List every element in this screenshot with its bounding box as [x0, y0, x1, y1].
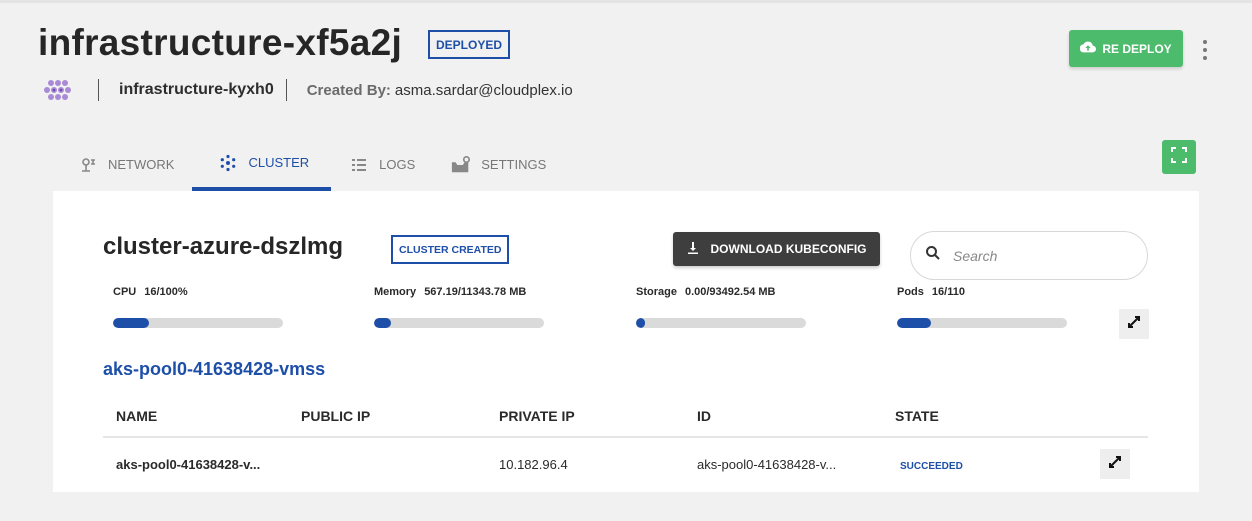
tab-logs-label: LOGS: [379, 157, 416, 172]
node-id-cell: aks-pool0-41638428-v...: [697, 456, 837, 472]
metric-value: 16/100%: [144, 286, 188, 298]
node-name-cell: aks-pool0-41638428-v...: [116, 456, 261, 472]
progress-bar: [374, 318, 544, 328]
status-badge: DEPLOYED: [428, 30, 511, 59]
progress-bar: [113, 318, 283, 328]
cpu-metric: CPU 16/100%: [113, 286, 283, 328]
fullscreen-button[interactable]: [1162, 140, 1196, 174]
logs-icon: [349, 155, 369, 175]
download-kubeconfig-label: DOWNLOAD KUBECONFIG: [710, 242, 867, 256]
infrastructure-name: infrastructure-kyxh0: [119, 81, 274, 98]
tab-logs[interactable]: LOGS: [331, 138, 433, 191]
expand-metrics-button[interactable]: [1119, 309, 1149, 339]
tab-settings[interactable]: SETTINGS: [433, 138, 564, 191]
cluster-status-badge: CLUSTER CREATED: [391, 235, 510, 264]
progress-bar: [636, 318, 806, 328]
node-state-badge: SUCCEEDED: [900, 460, 963, 472]
column-header-public-ip: PUBLIC IP: [301, 408, 371, 424]
created-by-label: Created By:: [306, 81, 391, 99]
top-border: [0, 0, 1252, 3]
node-private-ip-cell: 10.182.96.4: [499, 456, 568, 472]
tab-network-label: NETWORK: [108, 157, 175, 172]
progress-fill: [636, 318, 645, 328]
expand-icon: [1126, 314, 1142, 335]
metric-value: 16/110: [931, 286, 965, 298]
table-row[interactable]: aks-pool0-41638428-v... 10.182.96.4 aks-…: [103, 438, 1148, 490]
table-header: NAME PUBLIC IP PRIVATE IP ID STATE: [103, 396, 1148, 438]
metric-value: 567.19/11343.78 MB: [424, 286, 527, 298]
tab-bar: NETWORK CLUSTER LOGS SETTINGS: [60, 138, 564, 191]
metric-value: 0.00/93492.54 MB: [684, 286, 776, 298]
created-by-value: asma.sardar@cloudplex.io: [394, 81, 573, 99]
column-header-state: STATE: [895, 408, 939, 424]
subheader-row: infrastructure-kyxh0 Created By: asma.sa…: [42, 76, 573, 104]
memory-metric: Memory 567.19/11343.78 MB: [374, 286, 544, 328]
metric-label: Pods: [897, 286, 924, 298]
progress-fill: [897, 318, 931, 328]
fullscreen-icon: [1171, 146, 1187, 168]
search-icon: [925, 245, 941, 266]
progress-fill: [113, 318, 149, 328]
metric-label: Storage: [636, 286, 677, 298]
progress-fill: [374, 318, 391, 328]
pods-metric: Pods 16/110: [897, 286, 1067, 328]
redeploy-label: RE DEPLOY: [1102, 41, 1172, 56]
node-pool-title[interactable]: aks-pool0-41638428-vmss: [103, 359, 325, 380]
expand-row-button[interactable]: [1100, 449, 1130, 479]
progress-bar: [897, 318, 1067, 328]
cluster-panel: cluster-azure-dszlmg CLUSTER CREATED DOW…: [53, 191, 1199, 492]
tab-settings-label: SETTINGS: [481, 157, 547, 172]
download-icon: [687, 241, 699, 257]
divider: [98, 79, 99, 101]
search-input[interactable]: [951, 246, 1125, 265]
column-header-name: NAME: [116, 408, 158, 424]
search-box: [910, 231, 1148, 280]
column-header-id: ID: [697, 408, 711, 424]
azure-grid-logo-icon: [42, 78, 72, 102]
node-table: NAME PUBLIC IP PRIVATE IP ID STATE aks-p…: [103, 396, 1148, 490]
metric-label: Memory: [374, 286, 417, 298]
download-kubeconfig-button[interactable]: DOWNLOAD KUBECONFIG: [673, 232, 880, 266]
column-header-private-ip: PRIVATE IP: [499, 408, 575, 424]
redeploy-button[interactable]: RE DEPLOY: [1069, 30, 1183, 67]
more-options-icon[interactable]: [1197, 40, 1213, 60]
expand-icon: [1107, 454, 1123, 475]
divider: [285, 79, 287, 101]
network-icon: [78, 155, 98, 175]
tab-cluster[interactable]: CLUSTER: [192, 138, 332, 191]
metric-label: CPU: [113, 286, 137, 298]
page-title: infrastructure-xf5a2j: [38, 22, 403, 63]
tab-cluster-label: CLUSTER: [248, 155, 310, 170]
cloud-upload-icon: [1080, 41, 1097, 56]
storage-metric: Storage 0.00/93492.54 MB: [636, 286, 806, 328]
settings-icon: [451, 155, 471, 175]
tab-network[interactable]: NETWORK: [60, 138, 192, 191]
cluster-icon: [218, 153, 238, 173]
cluster-name: cluster-azure-dszlmg: [103, 233, 344, 260]
